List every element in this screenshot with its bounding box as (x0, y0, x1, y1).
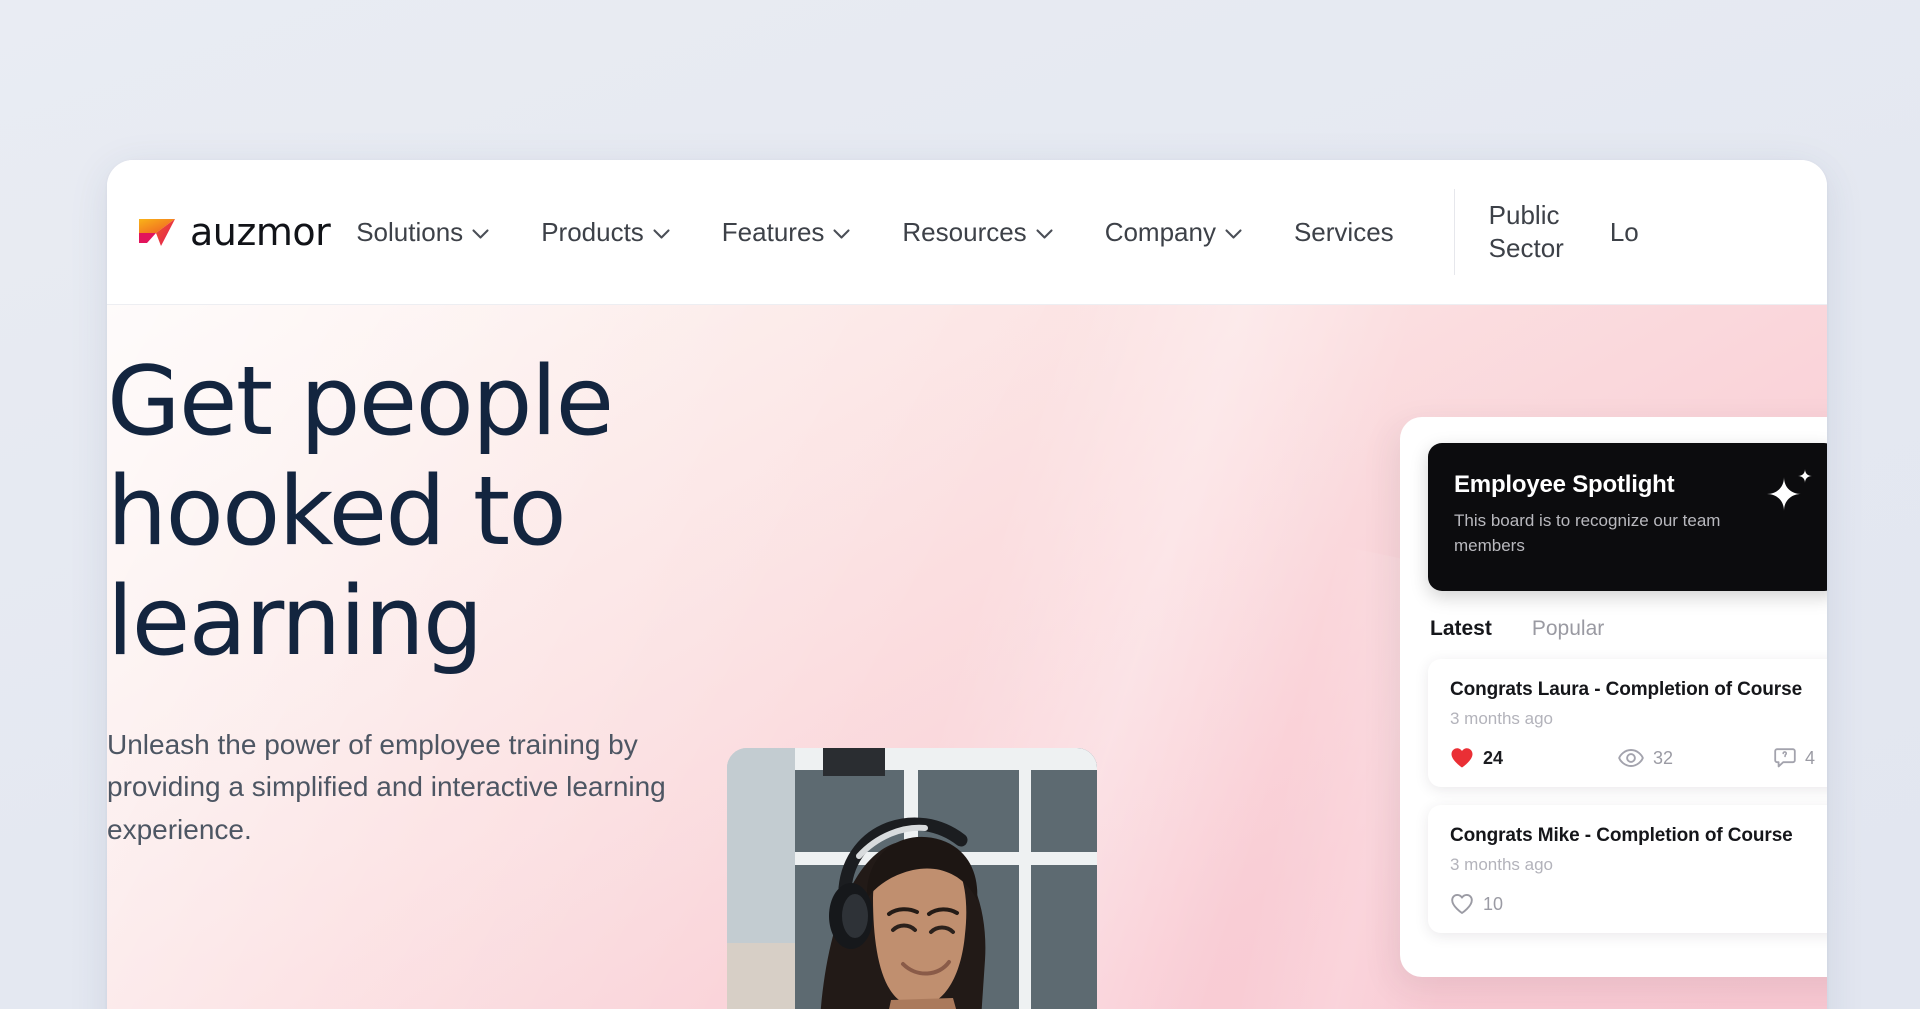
headline-line-3: learning (107, 567, 483, 678)
brand-name: auzmor (190, 210, 331, 254)
nav-item-public-sector[interactable]: Public Sector (1489, 193, 1564, 272)
employee-spotlight-panel: Employee Spotlight This board is to reco… (1400, 417, 1827, 977)
post-timestamp: 3 months ago (1450, 855, 1554, 874)
page-title: Get people hooked to learning (107, 347, 807, 678)
headline-line-2: hooked to (107, 457, 567, 568)
nav-item-features[interactable]: Features (722, 211, 851, 254)
like-count: 24 (1483, 747, 1504, 768)
nav-item-services[interactable]: Services (1294, 211, 1394, 254)
chevron-down-icon (833, 229, 850, 239)
nav-links: Solutions Products Features Resources Co… (356, 189, 1827, 275)
spotlight-title: Employee Spotlight (1454, 471, 1675, 498)
spotlight-header: Employee Spotlight This board is to reco… (1428, 443, 1827, 591)
chevron-down-icon (1225, 229, 1242, 239)
view-count: 32 (1653, 747, 1674, 768)
page-root: auzmor Solutions Products Features Resou… (0, 0, 1920, 1009)
like-count: 10 (1483, 893, 1504, 914)
like-stat[interactable]: 10 (1450, 893, 1606, 915)
nav-item-solutions[interactable]: Solutions (356, 211, 489, 254)
like-stat[interactable]: 24 (1450, 747, 1618, 769)
spotlight-subtitle: This board is to recognize our team memb… (1454, 511, 1721, 555)
nav-divider (1453, 189, 1455, 275)
post-title: Congrats Mike - Completion of Course (1450, 825, 1793, 846)
comment-bubble-icon (1774, 748, 1796, 768)
nav-item-label-line1: Public (1488, 199, 1560, 230)
chevron-down-icon (1036, 229, 1053, 239)
post-stats: 24 32 4 (1450, 747, 1827, 769)
view-stat: 32 (1618, 748, 1774, 769)
headline-line-1: Get people (107, 347, 614, 457)
woman-with-headphones-image (727, 748, 1097, 1009)
hero-photo (727, 748, 1097, 1009)
hero-subtitle: Unleash the power of employee training b… (107, 728, 666, 845)
nav-item-company[interactable]: Company (1105, 211, 1242, 254)
chevron-down-icon (472, 229, 489, 239)
top-navigation-bar: auzmor Solutions Products Features Resou… (107, 160, 1827, 305)
post-stats: 10 (1450, 893, 1827, 915)
tab-latest[interactable]: Latest (1430, 617, 1492, 641)
nav-item-label: Products (541, 216, 644, 247)
nav-item-label: Solutions (356, 216, 464, 247)
tab-popular[interactable]: Popular (1532, 617, 1604, 641)
hero-section: Get people hooked to learning Unleash th… (107, 305, 1827, 1009)
website-card: auzmor Solutions Products Features Resou… (107, 160, 1827, 1009)
post-timestamp: 3 months ago (1450, 709, 1554, 728)
comment-stat: 4 (1774, 747, 1815, 769)
spotlight-post-item[interactable]: Congrats Mike - Completion of Course 3 m… (1428, 805, 1827, 933)
nav-item-resources[interactable]: Resources (902, 211, 1053, 254)
heart-filled-icon (1451, 748, 1473, 768)
brand-logo[interactable]: auzmor (135, 210, 331, 254)
post-title: Congrats Laura - Completion of Course (1450, 679, 1803, 700)
chevron-down-icon (653, 229, 670, 239)
eye-icon (1618, 749, 1644, 767)
comment-count: 4 (1805, 747, 1816, 768)
spotlight-tabs: Latest Popular (1428, 617, 1827, 641)
heart-outline-icon (1451, 893, 1473, 914)
nav-item-label: Features (721, 216, 825, 247)
nav-item-products[interactable]: Products (541, 211, 670, 254)
sparkle-icon (1767, 469, 1812, 511)
auzmor-flag-logo-icon (139, 219, 175, 246)
hero-copy: Get people hooked to learning Unleash th… (107, 305, 807, 851)
nav-item-label: Services (1293, 216, 1394, 247)
nav-item-label: Company (1104, 216, 1216, 247)
nav-item-login-clipped[interactable]: Lo (1610, 211, 1639, 254)
nav-item-label-line2: Sector (1488, 233, 1564, 263)
spotlight-post-item[interactable]: Congrats Laura - Completion of Course 3 … (1428, 659, 1827, 787)
nav-item-label: Resources (902, 216, 1027, 247)
